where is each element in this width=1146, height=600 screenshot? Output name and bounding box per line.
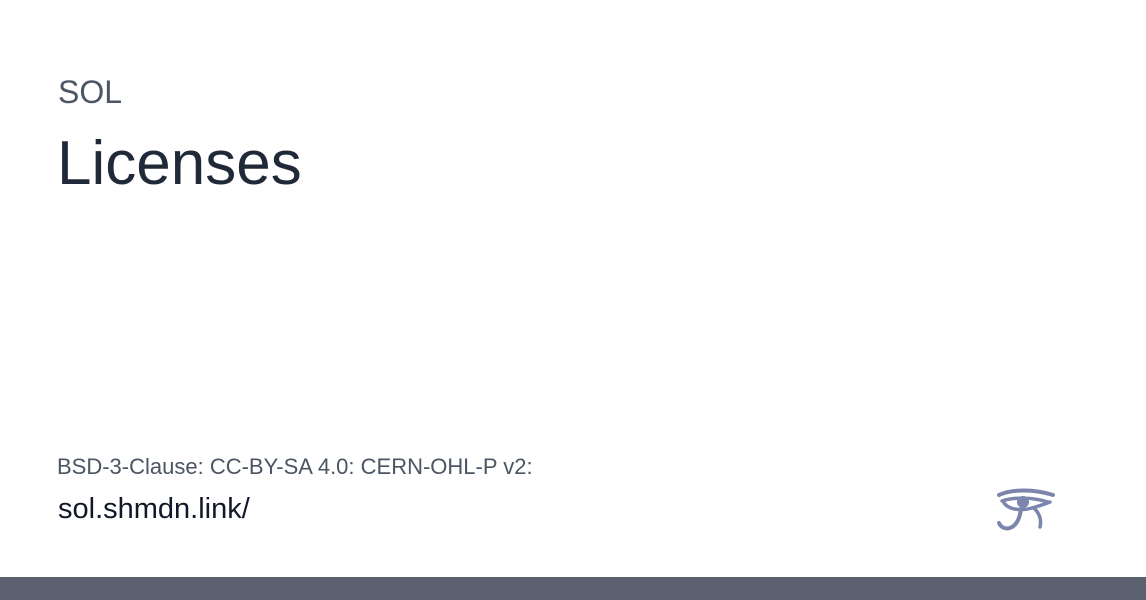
site-name: SOL [58, 74, 123, 110]
site-url: sol.shmdn.link/ [58, 493, 250, 525]
page-title: Licenses [57, 129, 302, 198]
eye-of-horus-icon [997, 488, 1055, 531]
license-description: BSD-3-Clause: CC-BY-SA 4.0: CERN-OHL-P v… [57, 454, 533, 479]
bottom-bar [0, 577, 1146, 600]
